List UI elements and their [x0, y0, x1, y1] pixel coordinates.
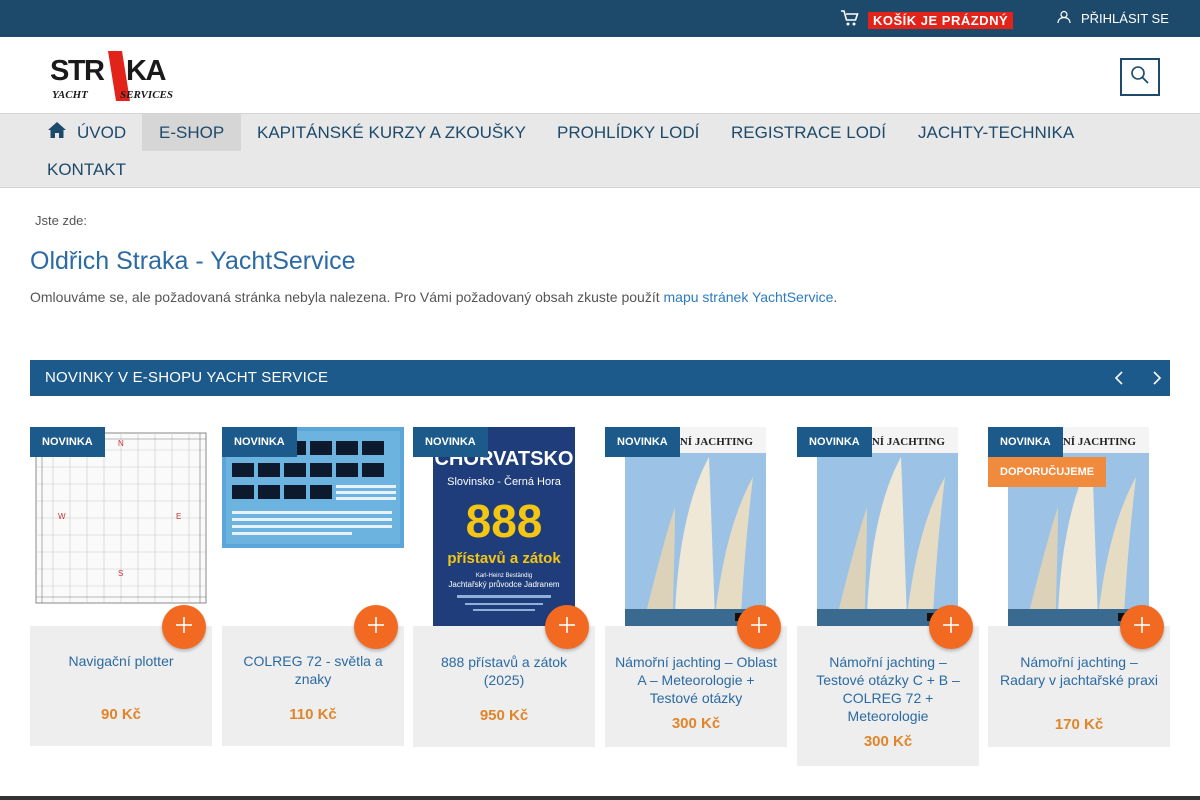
login-label[interactable]: PŘIHLÁSIT SE	[1081, 11, 1169, 26]
login-link[interactable]: PŘIHLÁSIT SE	[1057, 10, 1169, 27]
nav-label-eshop[interactable]: E-SHOP	[159, 123, 224, 143]
section-title: NOVINKY V E-SHOPU YACHT SERVICE	[45, 369, 329, 386]
plus-icon	[941, 615, 961, 640]
nav-label-registration[interactable]: REGISTRACE LODÍ	[731, 123, 886, 143]
top-bar: KOŠÍK JE PRÁZDNÝ PŘIHLÁSIT SE	[0, 0, 1200, 37]
product-image-colreg[interactable]	[222, 427, 404, 627]
cover-desc: Jachtařský průvodce Jadranem	[448, 580, 560, 589]
svg-text:STR: STR	[50, 55, 105, 87]
header: STR KA YACHT SERVICES	[0, 37, 1200, 113]
product-price: 90 Kč	[100, 706, 142, 723]
nav-label-home[interactable]: ÚVOD	[77, 123, 126, 143]
page-title: Oldřich Straka - YachtService	[30, 247, 356, 275]
chevron-left-icon	[1111, 371, 1129, 391]
plus-icon	[174, 615, 194, 640]
product-name[interactable]: Námořní jachting – Oblast A – Meteorolog…	[605, 653, 787, 707]
cover-author: Karl-Heinz Beständig	[476, 573, 532, 579]
product-name[interactable]: COLREG 72 - světla a znaky	[222, 652, 404, 688]
cover-subtitle: Slovinsko - Černá Hora	[447, 475, 562, 488]
cart-status[interactable]: KOŠÍK JE PRÁZDNÝ	[868, 12, 1014, 29]
sitemap-link[interactable]: mapu stránek YachtService	[664, 289, 834, 305]
breadcrumb: Jste zde:	[35, 213, 88, 228]
svg-text:KA: KA	[126, 55, 166, 87]
product-name[interactable]: Námořní jachting – Radary v jachtařské p…	[988, 653, 1170, 689]
badge-new: NOVINKA	[988, 427, 1063, 457]
chevron-right-icon	[1147, 371, 1165, 391]
badge-new: NOVINKA	[222, 427, 297, 457]
plus-icon	[366, 615, 386, 640]
product-price: 170 Kč	[1054, 716, 1104, 733]
product-price: 950 Kč	[479, 707, 529, 724]
cart-icon	[840, 9, 860, 32]
add-to-cart-button[interactable]	[162, 605, 206, 649]
message-end: .	[833, 289, 838, 305]
badge-recommended: DOPORUČUJEME	[988, 457, 1107, 487]
product-image-plotter[interactable]: N S W E	[30, 427, 212, 627]
add-to-cart-button[interactable]	[737, 605, 781, 649]
nav-label-inspections[interactable]: PROHLÍDKY LODÍ	[557, 123, 699, 143]
search-icon	[1130, 65, 1150, 90]
product-image-888[interactable]: CHORVATSKO Slovinsko - Černá Hora 888 př…	[413, 427, 595, 627]
add-to-cart-button[interactable]	[1120, 605, 1164, 649]
product-image-jachting-a[interactable]: NÁMOŘNÍ JACHTING	[605, 427, 787, 627]
product-price: 300 Kč	[863, 733, 913, 750]
plus-icon	[1132, 615, 1152, 640]
product-name[interactable]: 888 přístavů a zátok (2025)	[413, 653, 595, 689]
nav-label-contact[interactable]: KONTAKT	[47, 160, 126, 180]
badge-new: NOVINKA	[413, 427, 488, 457]
main-nav: ÚVOD E-SHOP KAPITÁNSKÉ KURZY A ZKOUŠKY P…	[0, 113, 1200, 188]
badge-new: NOVINKA	[605, 427, 680, 457]
add-to-cart-button[interactable]	[929, 605, 973, 649]
add-to-cart-button[interactable]	[545, 605, 589, 649]
product-name[interactable]: Námořní jachting – Testové otázky C + B …	[797, 653, 979, 725]
svg-text:E: E	[176, 512, 181, 521]
nav-item-home[interactable]: ÚVOD	[30, 114, 143, 151]
new-products-bar: NOVINKY V E-SHOPU YACHT SERVICE	[30, 360, 1170, 396]
svg-text:YACHT: YACHT	[52, 89, 89, 101]
cart-link[interactable]: KOŠÍK JE PRÁZDNÝ	[840, 9, 1014, 32]
plus-icon	[749, 615, 769, 640]
svg-text:S: S	[118, 569, 123, 578]
nav-item-registration[interactable]: REGISTRACE LODÍ	[714, 114, 903, 151]
carousel-next-button[interactable]	[1147, 369, 1165, 387]
nav-item-courses[interactable]: KAPITÁNSKÉ KURZY A ZKOUŠKY	[240, 114, 543, 151]
nav-item-contact[interactable]: KONTAKT	[30, 151, 143, 188]
cover-number: 888	[466, 495, 543, 547]
carousel-prev-button[interactable]	[1111, 369, 1129, 387]
nav-item-eshop[interactable]: E-SHOP	[142, 114, 242, 151]
footer-strip	[0, 796, 1200, 800]
svg-text:W: W	[58, 512, 66, 521]
nav-item-technics[interactable]: JACHTY-TECHNIKA	[901, 114, 1091, 151]
svg-text:SERVICES: SERVICES	[120, 89, 173, 101]
svg-text:N: N	[118, 439, 124, 448]
cover-text: přístavů a zátok	[447, 550, 561, 567]
home-icon	[47, 121, 77, 144]
site-logo[interactable]: STR KA YACHT SERVICES	[50, 49, 180, 103]
message-text: Omlouváme se, ale požadovaná stránka neb…	[30, 289, 664, 305]
product-name[interactable]: Navigační plotter	[30, 652, 212, 670]
nav-item-inspections[interactable]: PROHLÍDKY LODÍ	[540, 114, 716, 151]
nav-label-technics[interactable]: JACHTY-TECHNIKA	[918, 123, 1074, 143]
add-to-cart-button[interactable]	[354, 605, 398, 649]
plus-icon	[557, 615, 577, 640]
badge-new: NOVINKA	[797, 427, 872, 457]
error-message: Omlouváme se, ale požadovaná stránka neb…	[30, 289, 837, 305]
badge-new: NOVINKA	[30, 427, 105, 457]
search-button[interactable]	[1120, 58, 1160, 96]
user-icon	[1057, 10, 1081, 27]
nav-label-courses[interactable]: KAPITÁNSKÉ KURZY A ZKOUŠKY	[257, 123, 526, 143]
product-image-jachting-cb[interactable]: NÁMOŘNÍ JACHTING	[797, 427, 979, 627]
product-price: 300 Kč	[671, 715, 721, 732]
product-price: 110 Kč	[289, 706, 337, 723]
